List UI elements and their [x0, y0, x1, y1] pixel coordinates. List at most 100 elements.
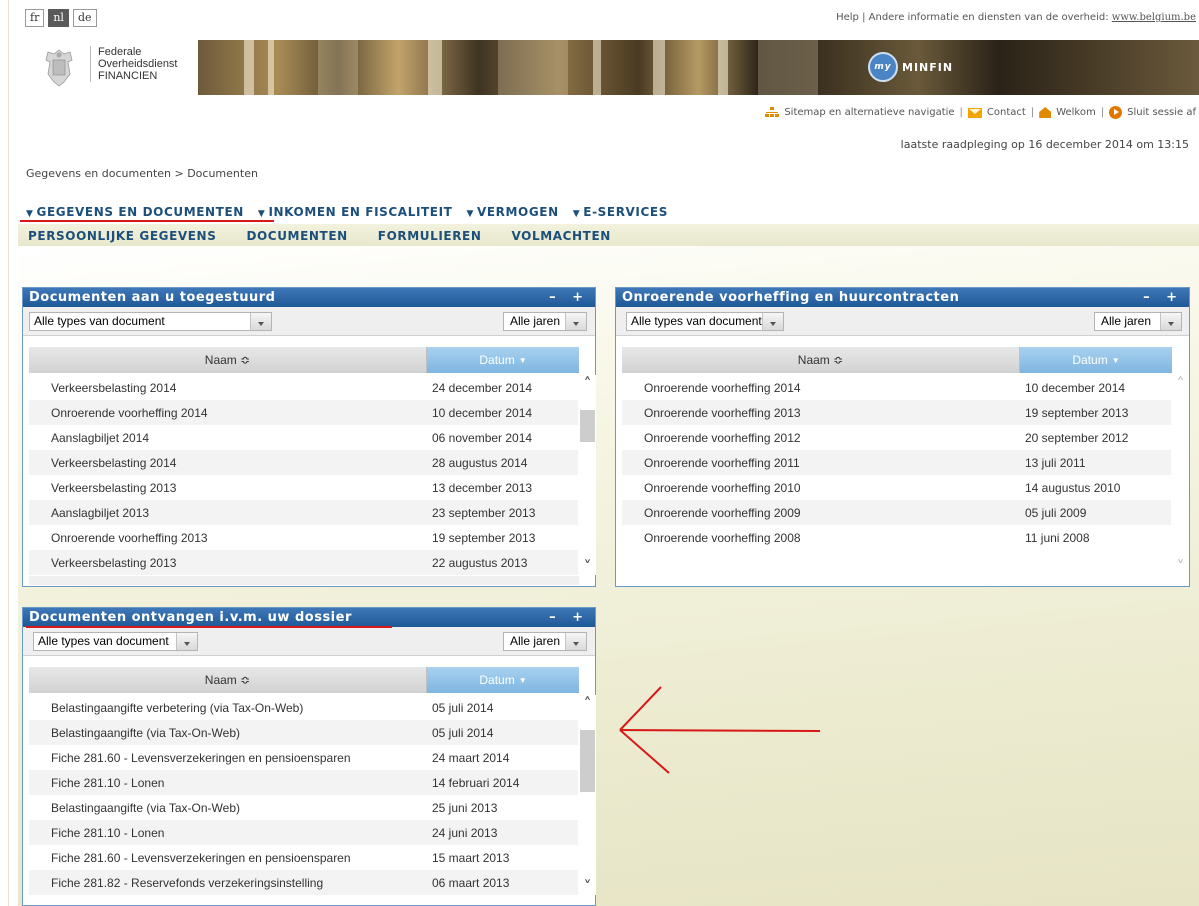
- table-row[interactable]: Belastingaangifte (via Tax-On-Web) 05 jul…: [29, 720, 578, 745]
- scroll-up-icon[interactable]: ˄: [579, 695, 596, 712]
- scroll-up-icon[interactable]: ˄: [1172, 375, 1189, 392]
- subnav-formulieren[interactable]: FORMULIEREN: [378, 229, 482, 243]
- panel-title: Onroerende voorheffing en huurcontracten…: [616, 288, 1189, 307]
- nav-label: E-SERVICES: [583, 205, 668, 219]
- nav-e-services[interactable]: ▼ E-SERVICES: [573, 205, 668, 219]
- separator: |: [1030, 107, 1035, 118]
- chevron-down-icon[interactable]: [565, 313, 586, 330]
- welcome-link[interactable]: Welkom: [1056, 107, 1096, 118]
- table-row[interactable]: Fiche 281.10 - Lonen 14 februari 2014: [29, 770, 578, 795]
- table-row[interactable]: Verkeersbelasting 2013 22 augustus 2013: [29, 550, 578, 575]
- select-value: Alle types van document: [38, 634, 169, 648]
- table-row[interactable]: Onroerende voorheffing 2014 10 december 2…: [622, 375, 1171, 400]
- contact-link[interactable]: Contact: [987, 107, 1026, 118]
- table-row[interactable]: Fiche 281.60 - Levensverzekeringen en pe…: [29, 745, 578, 770]
- table-row[interactable]: Onroerende voorheffing 2011 13 juli 2011: [622, 450, 1171, 475]
- chevron-down-icon[interactable]: [565, 633, 586, 650]
- column-naam[interactable]: Naam ≎: [622, 347, 1020, 373]
- year-select[interactable]: Alle jaren: [503, 632, 587, 651]
- panel-controls[interactable]: – +: [549, 608, 589, 627]
- nav-gegevens-en-documenten[interactable]: ▼ GEGEVENS EN DOCUMENTEN: [26, 205, 244, 219]
- sitemap-link[interactable]: Sitemap en alternatieve navigatie: [784, 107, 954, 118]
- panel-controls[interactable]: – +: [549, 288, 589, 307]
- table-row[interactable]: Onroerende voorheffing 2013 19 september …: [622, 400, 1171, 425]
- panel-controls[interactable]: – +: [1143, 288, 1183, 307]
- annotation-underline: [26, 626, 392, 628]
- scroll-down-icon[interactable]: ˅: [579, 878, 596, 895]
- table-row[interactable]: Verkeersbelasting 2014 24 december 2014: [29, 375, 578, 400]
- table-row[interactable]: Verkeersbelasting 2014 28 augustus 2014: [29, 450, 578, 475]
- scroll-up-icon[interactable]: ˄: [579, 375, 596, 392]
- scroll-down-icon[interactable]: ˅: [1172, 558, 1189, 575]
- top-links: Help | Andere informatie en diensten van…: [836, 12, 1196, 23]
- panel-documenten-dossier: Documenten ontvangen i.v.m. uw dossier –…: [22, 607, 596, 906]
- scroll-down-icon[interactable]: ˅: [579, 558, 596, 575]
- vertical-scrollbar[interactable]: ˄ ˅: [579, 695, 596, 895]
- table-row[interactable]: Fiche 281.82 - Reservefonds verzekerings…: [29, 870, 578, 895]
- myminfin-logo[interactable]: my MINFIN: [868, 52, 953, 82]
- document-type-select[interactable]: Alle types van document: [33, 632, 198, 651]
- document-table: Verkeersbelasting 2014 24 december 2014 O…: [29, 375, 578, 575]
- logout-link[interactable]: Sluit sessie af: [1127, 107, 1196, 118]
- myminfin-label: MINFIN: [902, 60, 954, 74]
- table-row[interactable]: Fiche 281.60 - Levensverzekeringen en pe…: [29, 845, 578, 870]
- scroll-thumb[interactable]: [580, 730, 595, 792]
- table-row[interactable]: Verkeersbelasting 2013 13 december 2013: [29, 475, 578, 500]
- lang-de[interactable]: de: [72, 9, 97, 27]
- dropdown-triangle-icon: ▼: [466, 209, 474, 219]
- table-row[interactable]: Onroerende voorheffing 2010 14 augustus 2…: [622, 475, 1171, 500]
- vertical-scrollbar[interactable]: ˄ ˅: [1172, 375, 1189, 575]
- help-link[interactable]: Help: [836, 12, 859, 23]
- scroll-thumb[interactable]: [580, 410, 595, 442]
- chevron-down-icon[interactable]: [250, 313, 271, 330]
- logo-line2: Overheidsdienst: [98, 58, 178, 70]
- lang-fr[interactable]: fr: [25, 9, 45, 27]
- table-row[interactable]: Fiche 281.10 - Lonen 24 juni 2013: [29, 820, 578, 845]
- table-row[interactable]: Onroerende voorheffing 2008 11 juni 2008: [622, 525, 1171, 550]
- subnav-volmachten[interactable]: VOLMACHTEN: [511, 229, 610, 243]
- table-header: Naam ≎ Datum ▼: [622, 347, 1172, 373]
- lang-nl[interactable]: nl: [48, 9, 69, 27]
- column-naam[interactable]: Naam ≎: [29, 347, 427, 373]
- table-row[interactable]: Onroerende voorheffing 2013 19 september …: [29, 525, 578, 550]
- logo-line1: Federale: [98, 46, 142, 58]
- document-type-select[interactable]: Alle types van document: [29, 312, 272, 331]
- chevron-down-icon[interactable]: [1160, 313, 1181, 330]
- column-datum[interactable]: Datum ▼: [427, 347, 579, 373]
- select-value: Alle jaren: [510, 314, 561, 328]
- other-info-text: Andere informatie en diensten van de ove…: [868, 12, 1109, 23]
- sort-desc-icon: ▼: [518, 356, 527, 365]
- subnav-persoonlijke-gegevens[interactable]: PERSOONLIJKE GEGEVENS: [28, 229, 216, 243]
- sub-navigation: PERSOONLIJKE GEGEVENS DOCUMENTEN FORMULI…: [28, 229, 611, 243]
- panel-title: Documenten aan u toegestuurd – +: [23, 288, 595, 307]
- table-row[interactable]: Belastingaangifte (via Tax-On-Web) 25 jun…: [29, 795, 578, 820]
- table-row[interactable]: Belastingaangifte verbetering (via Tax-O…: [29, 695, 578, 720]
- year-select[interactable]: Alle jaren: [503, 312, 587, 331]
- belgium-link[interactable]: www.belgium.be: [1112, 12, 1196, 23]
- table-row[interactable]: Aanslagbiljet 2014 06 november 2014: [29, 425, 578, 450]
- year-select[interactable]: Alle jaren: [1094, 312, 1182, 331]
- vertical-scrollbar[interactable]: ˄ ˅: [579, 375, 596, 575]
- nav-vermogen[interactable]: ▼ VERMOGEN: [466, 205, 558, 219]
- column-datum[interactable]: Datum ▼: [1020, 347, 1172, 373]
- column-datum-label: Datum: [479, 673, 515, 687]
- chevron-down-icon[interactable]: [176, 633, 197, 650]
- column-naam[interactable]: Naam ≎: [29, 667, 427, 693]
- fod-logo[interactable]: Federale Overheidsdienst FINANCIEN: [28, 38, 198, 94]
- table-row[interactable]: Onroerende voorheffing 2012 20 september …: [622, 425, 1171, 450]
- panel-title-text: Documenten aan u toegestuurd: [29, 290, 276, 305]
- nav-inkomen-en-fiscaliteit[interactable]: ▼ INKOMEN EN FISCALITEIT: [258, 205, 453, 219]
- table-row[interactable]: Onroerende voorheffing 2009 05 juli 2009: [622, 500, 1171, 525]
- column-datum[interactable]: Datum ▼: [427, 667, 579, 693]
- table-row[interactable]: Onroerende voorheffing 2014 10 december 2…: [29, 400, 578, 425]
- chevron-down-icon[interactable]: [762, 313, 783, 330]
- document-type-select[interactable]: Alle types van document: [626, 312, 784, 331]
- sort-desc-icon: ▼: [1111, 356, 1120, 365]
- horizontal-scrollbar[interactable]: [29, 576, 579, 585]
- subnav-documenten[interactable]: DOCUMENTEN: [246, 229, 347, 243]
- nav-label: VERMOGEN: [476, 205, 559, 219]
- main-navigation: ▼ GEGEVENS EN DOCUMENTEN ▼ INKOMEN EN FISC…: [26, 205, 668, 219]
- table-row[interactable]: Aanslagbiljet 2013 23 september 2013: [29, 500, 578, 525]
- table-header: Naam ≎ Datum ▼: [29, 347, 579, 373]
- table-header: Naam ≎ Datum ▼: [29, 667, 579, 693]
